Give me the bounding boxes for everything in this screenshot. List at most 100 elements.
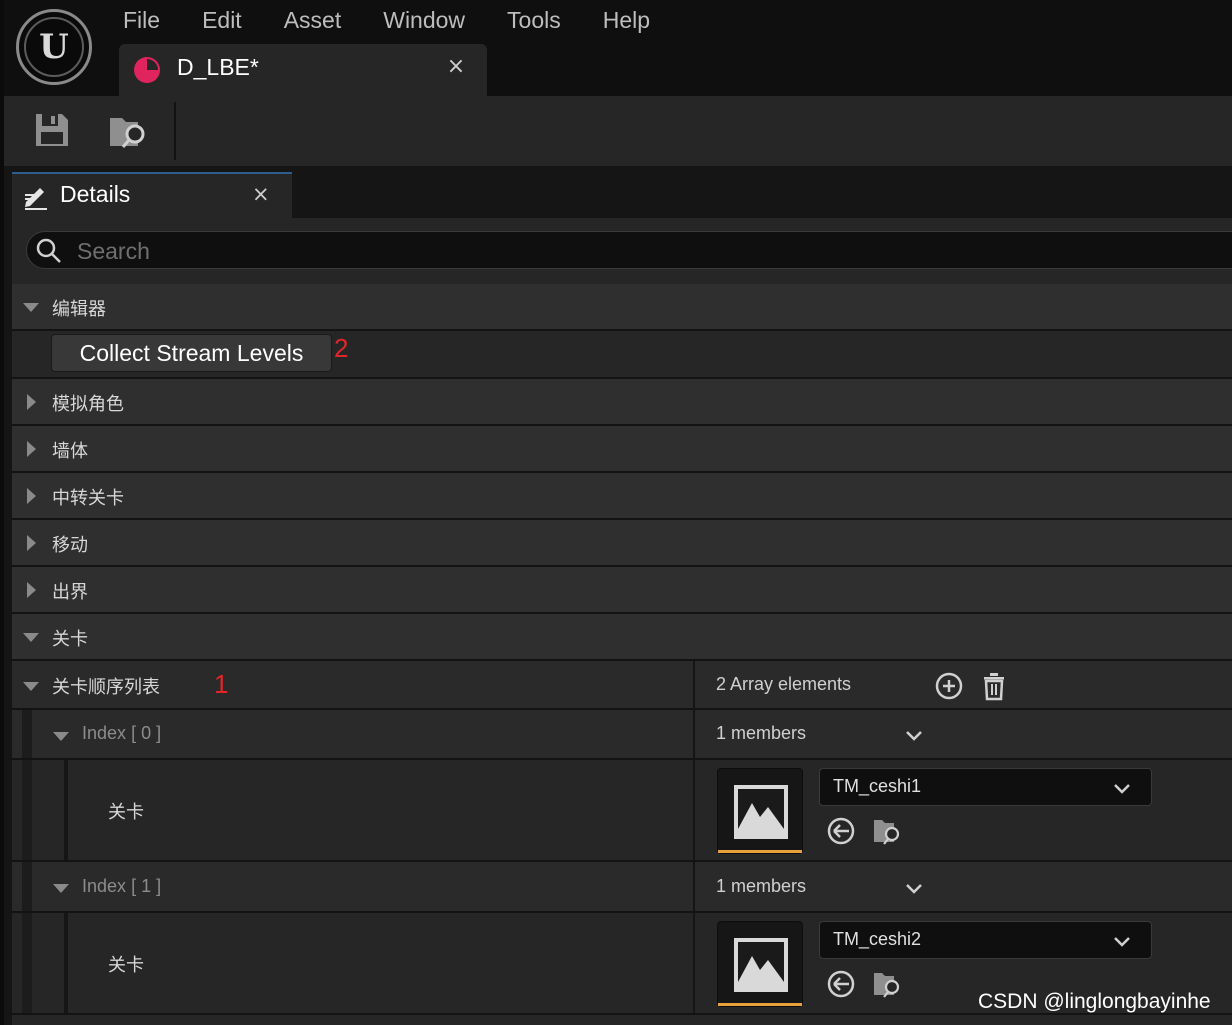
browse-asset-icon[interactable]	[872, 816, 902, 846]
column-splitter[interactable]	[693, 862, 695, 911]
indent-guide	[64, 760, 68, 860]
collapse-arrow-icon	[23, 633, 39, 642]
level-field-label: 关卡	[108, 802, 144, 823]
array-index-row: Index [ 1 ] 1 members	[12, 862, 1232, 913]
menu-help[interactable]: Help	[582, 0, 671, 36]
watermark: CSDN @linglongbayinhe	[978, 990, 1211, 1013]
collect-stream-levels-button[interactable]: Collect Stream Levels	[51, 334, 332, 372]
tab-details[interactable]: Details ×	[12, 172, 292, 218]
add-element-icon[interactable]	[934, 671, 964, 701]
save-icon[interactable]	[32, 110, 72, 150]
asset-toolbar	[0, 96, 1232, 166]
chevron-down-icon	[1114, 937, 1130, 947]
title-bar: U File Edit Asset Window Tools Help D_LB…	[0, 0, 1232, 96]
close-tab-icon[interactable]: ×	[445, 54, 467, 79]
menu-window[interactable]: Window	[362, 0, 486, 36]
column-splitter[interactable]	[693, 661, 695, 708]
close-details-icon[interactable]: ×	[252, 182, 270, 206]
annotation-number-2: 2	[334, 333, 349, 363]
expand-arrow-icon	[27, 441, 36, 457]
index-label: Index [ 0 ]	[82, 723, 162, 743]
menu-file[interactable]: File	[102, 0, 181, 36]
asset-type-bar	[718, 850, 802, 853]
column-splitter[interactable]	[693, 760, 695, 860]
category-label: 移动	[52, 535, 88, 556]
column-splitter[interactable]	[693, 913, 695, 1013]
asset-type-bar	[718, 1003, 802, 1006]
search-icon	[36, 238, 61, 263]
expand-arrow-icon	[27, 394, 36, 410]
menu-edit[interactable]: Edit	[181, 0, 263, 36]
members-count: 1 members	[716, 723, 807, 743]
use-selected-arrow-icon[interactable]	[826, 969, 856, 999]
asset-picker-combo[interactable]: TM_ceshi1	[819, 768, 1152, 806]
collapse-arrow-icon[interactable]	[22, 677, 40, 695]
members-count: 1 members	[716, 876, 807, 896]
indent-guide	[22, 862, 32, 911]
chevron-down-icon[interactable]	[904, 729, 924, 743]
collapse-arrow-icon[interactable]	[52, 727, 70, 745]
category-simulated-character[interactable]: 模拟角色	[12, 379, 1232, 426]
level-asset-icon	[734, 785, 788, 839]
unreal-engine-logo[interactable]: U	[16, 9, 92, 85]
category-wall[interactable]: 墙体	[12, 426, 1232, 473]
level-order-array-row: 关卡顺序列表 1 2 Array elements	[12, 661, 1232, 710]
collapse-arrow-icon	[23, 303, 39, 312]
menu-tools[interactable]: Tools	[486, 0, 582, 36]
selected-asset-name: TM_ceshi2	[833, 929, 922, 949]
edit-icon	[25, 188, 47, 210]
trash-icon[interactable]	[979, 671, 1009, 701]
index-label: Index [ 1 ]	[82, 876, 162, 896]
details-panel: 编辑器 Collect Stream Levels 2 模拟角色 墙体 中转关卡…	[12, 218, 1232, 1025]
selected-asset-name: TM_ceshi1	[833, 776, 922, 796]
category-label: 出界	[52, 582, 88, 603]
array-element-count: 2 Array elements	[716, 674, 852, 694]
annotation-number-1: 1	[214, 669, 229, 699]
expand-arrow-icon	[27, 582, 36, 598]
array-index-row: Index [ 0 ] 1 members	[12, 710, 1232, 760]
category-label: 编辑器	[52, 299, 106, 320]
chevron-down-icon[interactable]	[904, 882, 924, 896]
category-level[interactable]: 关卡	[12, 614, 1232, 661]
column-splitter[interactable]	[693, 710, 695, 758]
collapse-arrow-icon[interactable]	[52, 879, 70, 897]
indent-guide	[22, 710, 32, 758]
use-selected-arrow-icon[interactable]	[826, 816, 856, 846]
chevron-down-icon	[1114, 784, 1130, 794]
category-label: 模拟角色	[52, 394, 124, 415]
level-field-label: 关卡	[108, 955, 144, 976]
toolbar-separator	[174, 102, 176, 160]
category-transfer-level[interactable]: 中转关卡	[12, 473, 1232, 520]
details-tab-row: Details ×	[10, 172, 1232, 218]
collect-button-row: Collect Stream Levels 2	[12, 331, 1232, 379]
logo-letter: U	[24, 17, 84, 77]
category-label: 中转关卡	[52, 488, 124, 509]
document-tab-title: D_LBE*	[177, 54, 259, 80]
array-property-label: 关卡顺序列表	[52, 677, 160, 698]
indent-guide	[22, 760, 32, 860]
category-label: 墙体	[52, 441, 88, 462]
indent-guide	[64, 913, 68, 1013]
document-tab[interactable]: D_LBE* ×	[119, 44, 487, 96]
data-asset-icon	[134, 57, 160, 83]
category-editor[interactable]: 编辑器	[12, 284, 1232, 331]
level-asset-icon	[734, 938, 788, 992]
expand-arrow-icon	[27, 535, 36, 551]
menu-asset[interactable]: Asset	[263, 0, 363, 36]
browse-asset-icon[interactable]	[872, 969, 902, 999]
menu-bar: File Edit Asset Window Tools Help	[102, 0, 671, 36]
asset-thumbnail[interactable]	[717, 768, 803, 854]
category-movement[interactable]: 移动	[12, 520, 1232, 567]
category-out-of-bounds[interactable]: 出界	[12, 567, 1232, 614]
level-field-row: 关卡 TM_ceshi1	[12, 760, 1232, 862]
asset-picker-combo[interactable]: TM_ceshi2	[819, 921, 1152, 959]
details-tab-label: Details	[60, 181, 131, 207]
search-input[interactable]	[75, 234, 1179, 268]
window-edge	[0, 0, 4, 1025]
indent-guide	[22, 913, 32, 1013]
browse-asset-icon[interactable]	[108, 110, 148, 150]
expand-arrow-icon	[27, 488, 36, 504]
category-label: 关卡	[52, 629, 88, 650]
asset-thumbnail[interactable]	[717, 921, 803, 1007]
search-box	[26, 231, 1232, 269]
